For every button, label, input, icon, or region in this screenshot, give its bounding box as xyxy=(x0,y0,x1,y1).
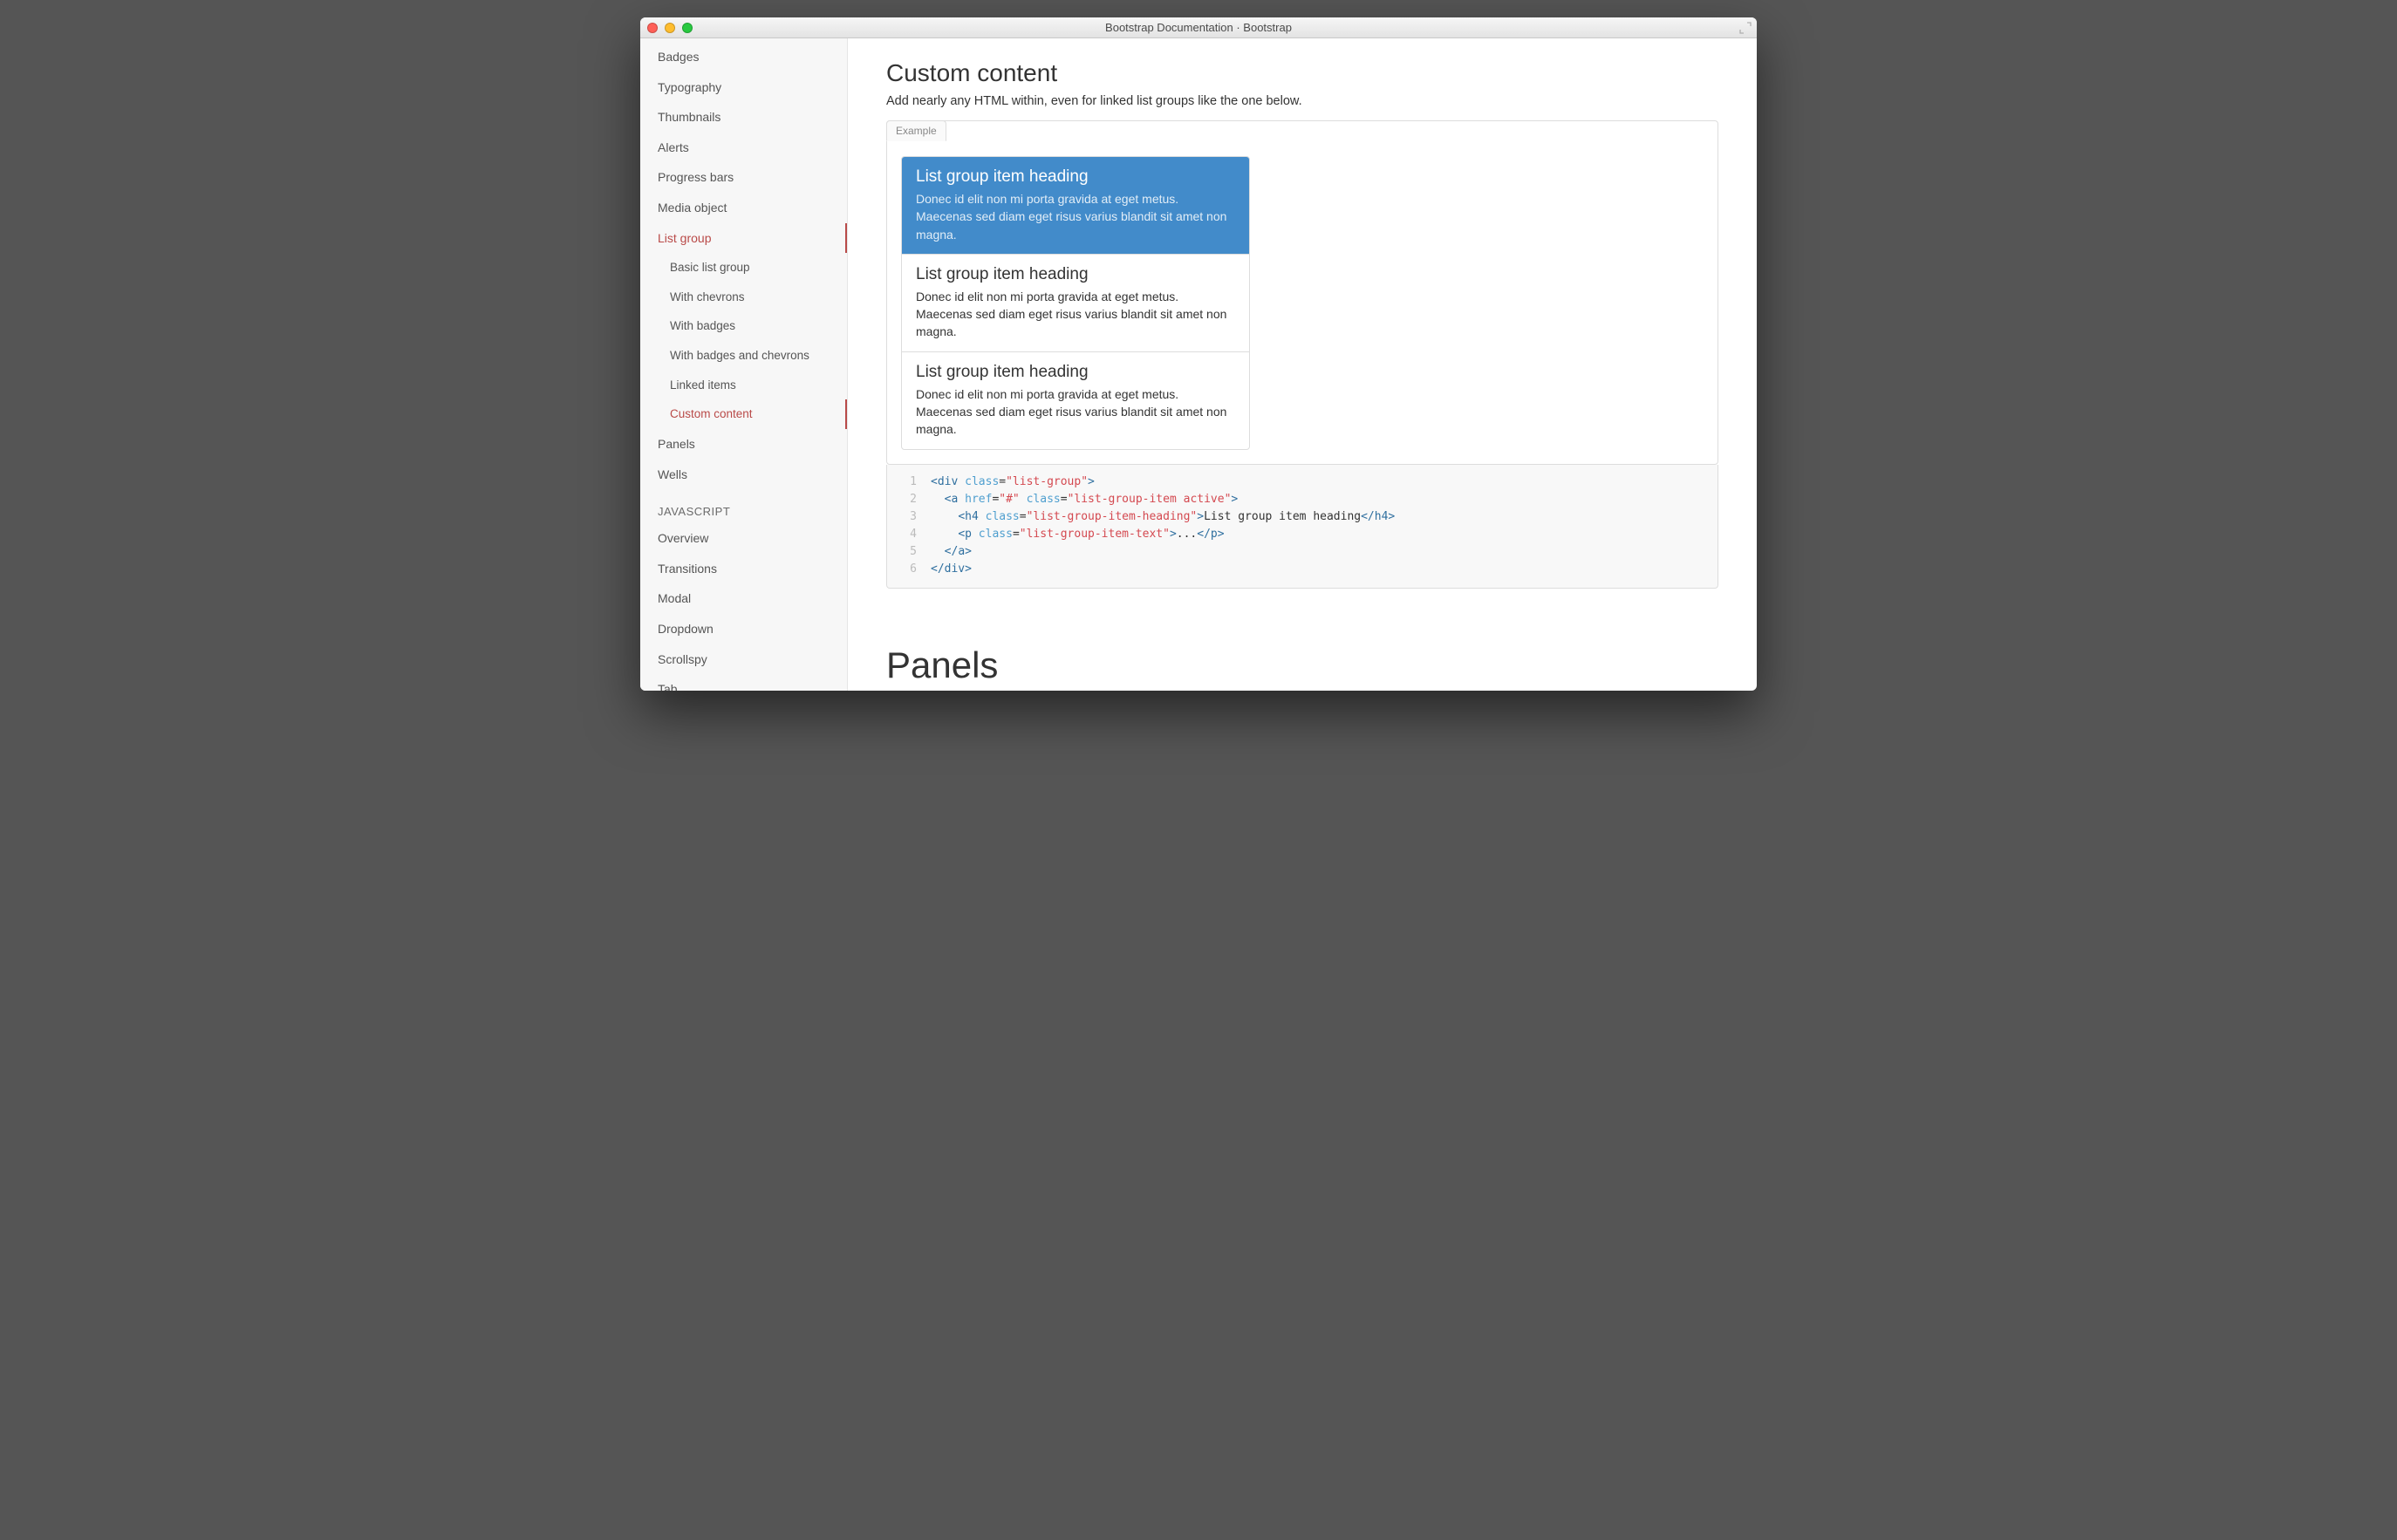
sidebar-sub-with-badges-and-chevrons[interactable]: With badges and chevrons xyxy=(640,341,847,371)
sidebar-sub-custom-content[interactable]: Custom content xyxy=(640,399,847,429)
titlebar: Bootstrap Documentation · Bootstrap xyxy=(640,17,1757,38)
sidebar-sub-with-badges[interactable]: With badges xyxy=(640,311,847,341)
minimize-icon[interactable] xyxy=(665,23,675,33)
sidebar-item-typography[interactable]: Typography xyxy=(640,72,847,103)
sidebar-section-javascript: JAVASCRIPT xyxy=(640,489,847,523)
sidebar-item-dropdown[interactable]: Dropdown xyxy=(640,614,847,644)
main-content: Custom content Add nearly any HTML withi… xyxy=(848,38,1757,691)
sidebar-item-transitions[interactable]: Transitions xyxy=(640,554,847,584)
list-group-item-heading: List group item heading xyxy=(916,363,1235,382)
fullscreen-icon[interactable] xyxy=(1739,22,1752,34)
sidebar-sub-with-chevrons[interactable]: With chevrons xyxy=(640,283,847,312)
list-group-item[interactable]: List group item heading Donec id elit no… xyxy=(902,254,1249,351)
window-title: Bootstrap Documentation · Bootstrap xyxy=(640,21,1757,34)
sidebar-sub-basic-list-group[interactable]: Basic list group xyxy=(640,253,847,283)
sidebar-item-badges[interactable]: Badges xyxy=(640,42,847,72)
next-section-heading: Panels xyxy=(886,644,1718,691)
app-window: Bootstrap Documentation · Bootstrap Badg… xyxy=(640,17,1757,691)
sidebar-item-alerts[interactable]: Alerts xyxy=(640,133,847,163)
list-group-item-text: Donec id elit non mi porta gravida at eg… xyxy=(916,385,1235,439)
list-group-item[interactable]: List group item heading Donec id elit no… xyxy=(902,351,1249,449)
list-group-item-heading: List group item heading xyxy=(916,265,1235,284)
list-group-item-text: Donec id elit non mi porta gravida at eg… xyxy=(916,288,1235,341)
close-icon[interactable] xyxy=(647,23,658,33)
sidebar-item-overview[interactable]: Overview xyxy=(640,523,847,554)
sidebar-item-list-group[interactable]: List group xyxy=(640,223,847,254)
sidebar: Badges Typography Thumbnails Alerts Prog… xyxy=(640,38,848,691)
list-group-item[interactable]: List group item heading Donec id elit no… xyxy=(902,157,1249,254)
section-intro: Add nearly any HTML within, even for lin… xyxy=(886,94,1718,108)
list-group-item-heading: List group item heading xyxy=(916,167,1235,187)
sidebar-item-scrollspy[interactable]: Scrollspy xyxy=(640,644,847,675)
list-group: List group item heading Donec id elit no… xyxy=(901,156,1250,450)
example-panel: Example List group item heading Donec id… xyxy=(886,120,1718,465)
sidebar-item-thumbnails[interactable]: Thumbnails xyxy=(640,102,847,133)
example-label: Example xyxy=(886,120,946,141)
code-block: 1<div class="list-group">2 <a href="#" c… xyxy=(886,465,1718,589)
zoom-icon[interactable] xyxy=(682,23,693,33)
sidebar-item-modal[interactable]: Modal xyxy=(640,583,847,614)
sidebar-sub-linked-items[interactable]: Linked items xyxy=(640,371,847,400)
sidebar-item-wells[interactable]: Wells xyxy=(640,460,847,490)
sidebar-item-progress-bars[interactable]: Progress bars xyxy=(640,162,847,193)
window-controls xyxy=(647,23,693,33)
section-heading: Custom content xyxy=(886,59,1718,87)
sidebar-item-panels[interactable]: Panels xyxy=(640,429,847,460)
list-group-item-text: Donec id elit non mi porta gravida at eg… xyxy=(916,190,1235,243)
sidebar-item-media-object[interactable]: Media object xyxy=(640,193,847,223)
sidebar-item-tab[interactable]: Tab xyxy=(640,674,847,691)
